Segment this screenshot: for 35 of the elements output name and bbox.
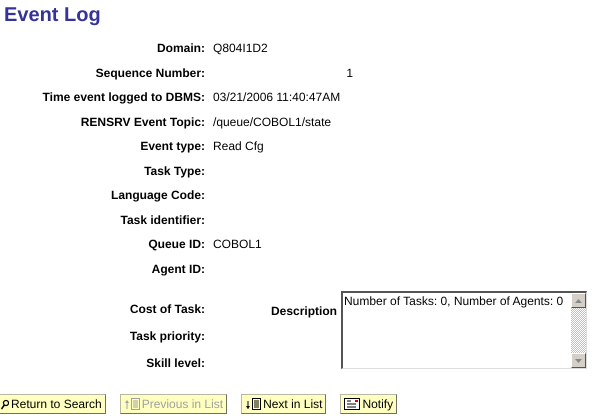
field-label: Agent ID: [150, 260, 205, 278]
message-icon [344, 398, 360, 410]
action-button[interactable]: Notify [340, 394, 398, 414]
scroll-down-button[interactable] [571, 353, 586, 368]
page-title: Event Log [4, 5, 101, 25]
field-label: Task priority: [128, 328, 205, 344]
field-label: Queue ID: [147, 236, 205, 254]
field-value: Q804I1D2 [213, 40, 268, 58]
field-label: RENSRV Event Topic: [80, 114, 205, 131]
field-label: Skill level: [145, 354, 205, 372]
field-value: COBOL1 [213, 236, 262, 254]
field-label: Task Type: [143, 162, 205, 180]
field-label: Task identifier: [120, 212, 205, 229]
scrollbar[interactable] [571, 293, 586, 368]
field-label: Language Code: [110, 187, 205, 204]
field-label: Time event logged to DBMS: [42, 89, 205, 106]
description-label: Description [271, 303, 338, 320]
field-value: /queue/COBOL1/state [213, 114, 332, 131]
action-button[interactable]: Return to Search [0, 394, 106, 414]
field-value: Read Cfg [213, 138, 264, 156]
description-text: Number of Tasks: 0, Number of Agents: 0 [343, 293, 564, 310]
up-arrow-list-icon [124, 398, 140, 410]
field-label: Cost of Task: [128, 300, 205, 318]
search-icon [1, 398, 9, 410]
action-button[interactable]: Next in List [241, 394, 326, 414]
scroll-up-button[interactable] [571, 293, 586, 308]
field-label: Sequence Number: [94, 64, 205, 82]
field-label: Event type: [139, 138, 205, 156]
field-label: Domain: [156, 40, 205, 58]
field-value: 03/21/2006 11:40:47AM [213, 89, 340, 106]
field-value: 1 [345, 64, 353, 82]
up-caret-icon [575, 298, 582, 302]
description-field[interactable]: Number of Tasks: 0, Number of Agents: 0 [341, 291, 588, 369]
down-caret-icon [575, 358, 582, 362]
down-arrow-list-icon [245, 398, 262, 410]
